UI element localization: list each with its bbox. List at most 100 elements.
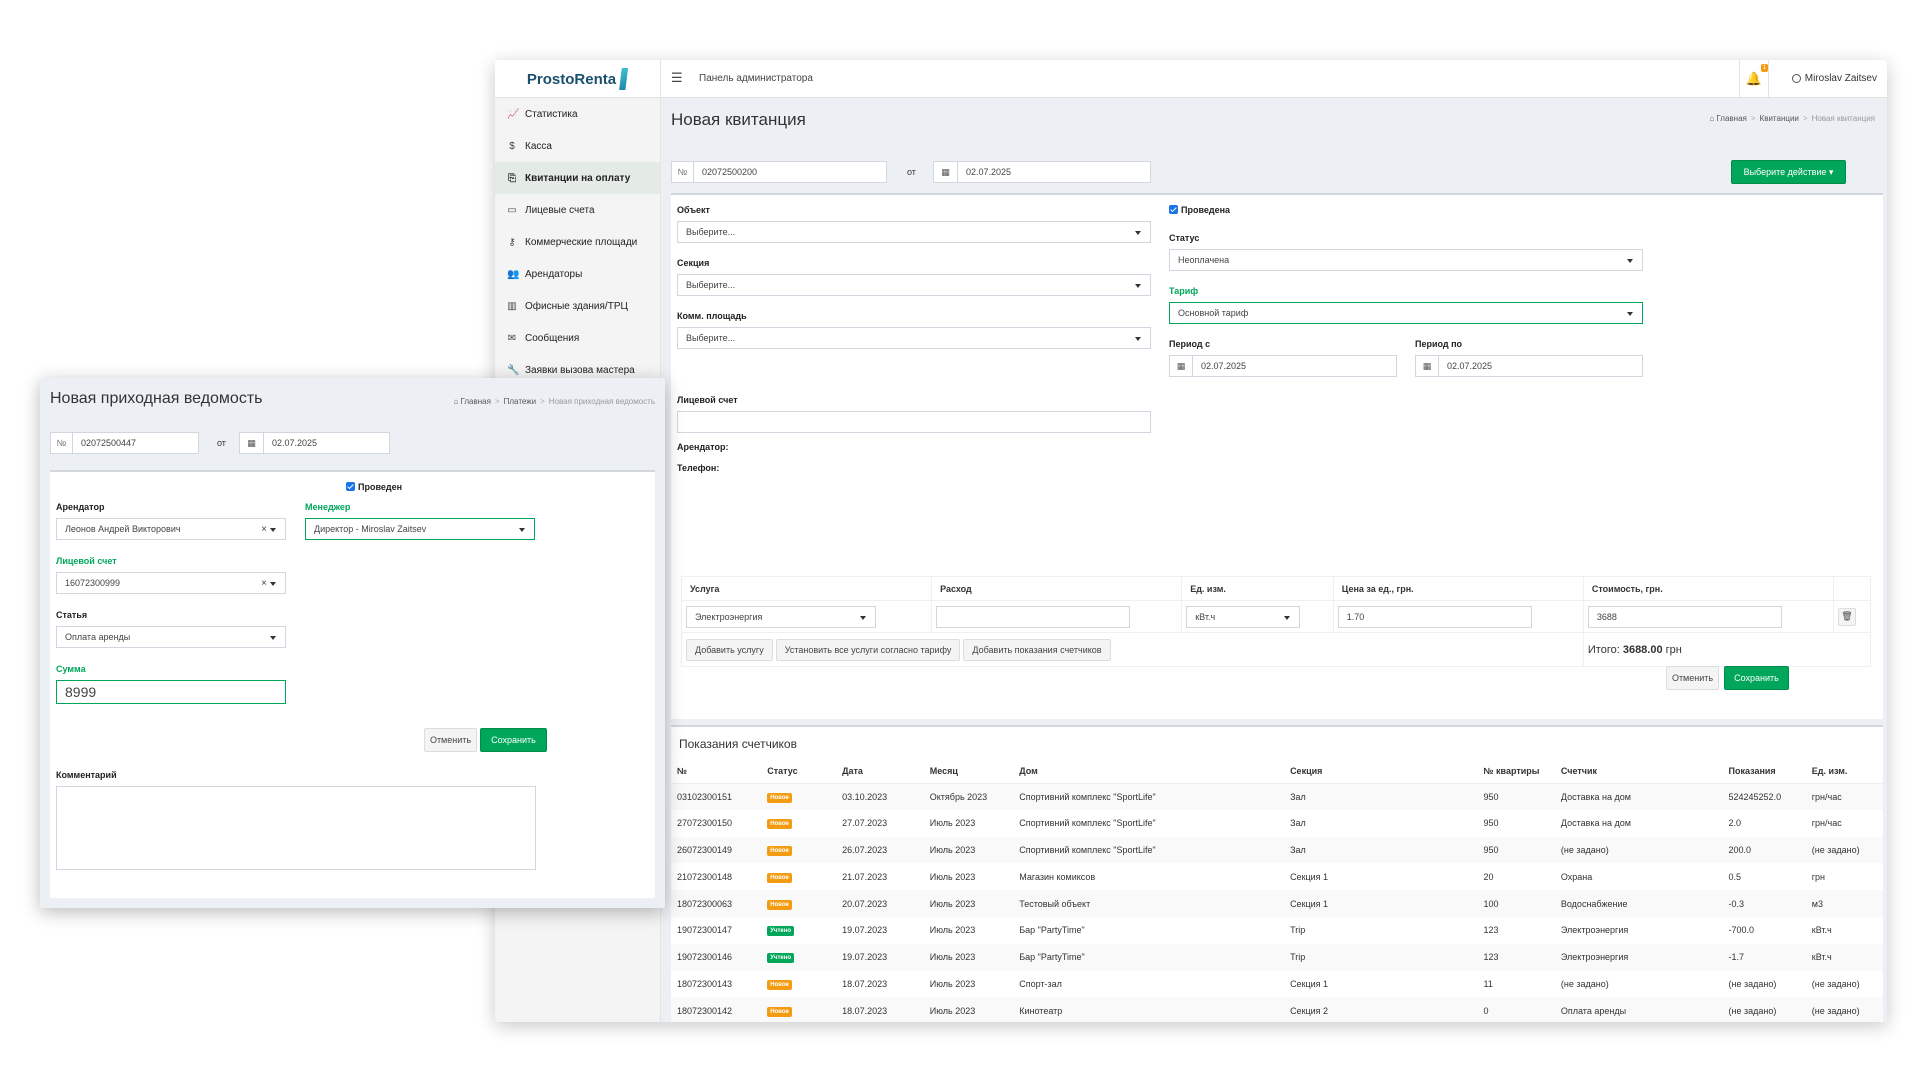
meter-column-header[interactable]: №	[671, 759, 762, 784]
posted-checkbox-wrap[interactable]: Проведен	[346, 482, 402, 492]
sidebar-item-label: Касса	[525, 140, 552, 152]
sidebar-item[interactable]: $ Касса	[495, 130, 660, 162]
clear-icon[interactable]: ×	[261, 578, 267, 589]
sidebar-item[interactable]: ✉ Сообщения	[495, 322, 660, 354]
sidebar-item[interactable]: 👥 Арендаторы	[495, 258, 660, 290]
posted-checkbox[interactable]	[346, 482, 355, 491]
meter-row[interactable]: 19072300147 Учтено 19.07.2023 Июль 2023 Бар …	[671, 917, 1883, 944]
tenant-select[interactable]: Леонов Андрей Викторович ×	[56, 518, 286, 540]
posted-checkbox-wrap[interactable]: Проведена	[1169, 205, 1230, 215]
status-badge: Новое	[767, 792, 792, 803]
receipt-number-input[interactable]: 02072500200	[693, 161, 887, 183]
user-name: Miroslav Zaitsev	[1804, 73, 1877, 84]
sidebar-item-label: Сообщения	[525, 332, 580, 344]
meter-row[interactable]: 26072300149 Новое 26.07.2023 Июль 2023 Спорт…	[671, 836, 1883, 864]
clear-icon[interactable]: ×	[261, 524, 267, 535]
add-meter-readings-button[interactable]: Добавить показания счетчиков	[963, 638, 1111, 661]
statement-date-input[interactable]: 02.07.2025	[263, 432, 390, 454]
number-prefix: №	[671, 161, 694, 183]
period-from-input[interactable]: 02.07.2025	[1192, 355, 1397, 377]
breadcrumb-payments[interactable]: Платежи	[504, 397, 536, 406]
main-content: Новая квитанция ⌂ Главная > Квитанции > Нова…	[661, 98, 1887, 1022]
breadcrumb-receipts[interactable]: Квитанции	[1760, 114, 1799, 123]
meter-column-header[interactable]: Показания	[1722, 759, 1806, 784]
sidebar-item[interactable]: ⎘ Квитанции на оплату	[495, 162, 660, 194]
meter-column-header[interactable]: № квартиры	[1477, 759, 1555, 784]
meter-column-header[interactable]: Месяц	[923, 759, 1014, 784]
meter-column-header[interactable]: Дата	[836, 759, 924, 784]
cancel-button[interactable]: Отменить	[1666, 666, 1719, 690]
meter-column-header[interactable]: Ед. изм.	[1805, 759, 1883, 784]
meter-row[interactable]: 18072300142 Новое 18.07.2023 Июль 2023 Кинот…	[671, 997, 1883, 1022]
meter-cell-value: 524245252.0	[1722, 783, 1806, 810]
user-menu[interactable]: Miroslav Zaitsev	[1791, 73, 1877, 84]
tariff-select[interactable]: Основной тариф	[1169, 302, 1643, 324]
receipt-date-input[interactable]: 02.07.2025	[957, 161, 1151, 183]
delete-service-button[interactable]: 🗑	[1837, 607, 1856, 626]
status-select[interactable]: Неоплачена	[1169, 249, 1643, 271]
period-from-calendar-icon[interactable]: ▦	[1169, 355, 1193, 377]
meter-row[interactable]: 19072300146 Учтено 19.07.2023 Июль 2023 Бар …	[671, 943, 1883, 971]
logo[interactable]: ProstoRenta	[495, 60, 661, 98]
period-to-input[interactable]: 02.07.2025	[1438, 355, 1643, 377]
account-label: Лицевой счет	[56, 556, 117, 566]
add-service-button[interactable]: Добавить услугу	[686, 638, 773, 661]
meter-row[interactable]: 18072300063 Новое 20.07.2023 Июль 2023 Тесто…	[671, 890, 1883, 917]
meter-cell-unit: грн	[1811, 871, 1826, 882]
meter-cell-num: 18072300143	[677, 978, 733, 989]
comment-textarea[interactable]	[56, 786, 536, 870]
calendar-icon[interactable]: ▦	[239, 432, 264, 454]
breadcrumb-current: Новая квитанция	[1811, 114, 1875, 123]
meter-cell-month: Октябрь 2023	[923, 783, 1014, 810]
cost-input[interactable]: 3688	[1587, 605, 1782, 628]
sidebar-item[interactable]: ▭ Лицевые счета	[495, 194, 660, 226]
services-header: Расход	[931, 576, 1183, 601]
set-all-services-button[interactable]: Установить все услуги согласно тарифу	[775, 638, 961, 661]
price-input[interactable]: 1.70	[1337, 605, 1532, 628]
sidebar-item[interactable]: 📈 Статистика	[495, 98, 660, 130]
meter-row[interactable]: 03102300151 Новое 03.10.2023 Октябрь 2023 Сп…	[671, 783, 1883, 810]
sidebar-item[interactable]: ⚷ Коммерческие площади	[495, 226, 660, 258]
menu-toggle-icon[interactable]: ☰	[671, 70, 683, 86]
save-button[interactable]: Сохранить	[480, 728, 547, 752]
unit-select[interactable]: кВт.ч	[1186, 605, 1301, 628]
tenant-label: Арендатор	[56, 502, 105, 512]
breadcrumb-home[interactable]: Главная	[461, 397, 491, 406]
notifications-button[interactable]: 🔔 1	[1739, 60, 1769, 98]
account-input[interactable]	[677, 411, 1151, 433]
statement-title: Новая приходная ведомость	[50, 390, 263, 407]
period-to-calendar-icon[interactable]: ▦	[1415, 355, 1439, 377]
meter-column-header[interactable]: Статус	[761, 759, 837, 784]
save-button[interactable]: Сохранить	[1724, 666, 1789, 690]
meter-column-header[interactable]: Дом	[1013, 759, 1285, 784]
bell-icon: 🔔 1	[1745, 64, 1769, 86]
cancel-button[interactable]: Отменить	[424, 728, 477, 752]
article-select[interactable]: Оплата аренды	[56, 626, 286, 648]
choose-action-button[interactable]: Выберите действие ▾	[1731, 160, 1846, 184]
meter-column-header[interactable]: Счетчик	[1554, 759, 1723, 784]
breadcrumb-home[interactable]: Главная	[1716, 114, 1746, 123]
meter-cell-month: Июль 2023	[923, 943, 1014, 971]
object-select[interactable]: Выберите...	[677, 221, 1151, 243]
area-select[interactable]: Выберите...	[677, 327, 1151, 349]
meter-cell-house: Кинотеатр	[1013, 997, 1285, 1022]
meter-cell-status: Новое	[761, 890, 837, 917]
meter-cell-date: 27.07.2023	[842, 818, 888, 829]
calendar-icon[interactable]: ▦	[933, 161, 958, 183]
statement-number-input[interactable]: 02072500447	[72, 432, 199, 454]
sidebar-item[interactable]: ▥ Офисные здания/ТРЦ	[495, 290, 660, 322]
section-select[interactable]: Выберите...	[677, 274, 1151, 296]
meter-cell-status: Новое	[761, 783, 837, 810]
meter-row[interactable]: 21072300148 Новое 21.07.2023 Июль 2023 Магаз…	[671, 863, 1883, 890]
meter-cell-section: Trip	[1284, 943, 1478, 971]
posted-checkbox[interactable]	[1169, 205, 1178, 214]
manager-select[interactable]: Директор - Miroslav Zaitsev	[305, 518, 535, 540]
service-select[interactable]: Электроэнергия	[686, 605, 876, 628]
usage-input[interactable]	[936, 605, 1131, 628]
meter-row[interactable]: 27072300150 Новое 27.07.2023 Июль 2023 Спорт…	[671, 810, 1883, 837]
meter-column-header[interactable]: Секция	[1284, 759, 1478, 784]
sidebar-item-label: Статистика	[525, 108, 578, 120]
meter-row[interactable]: 18072300143 Новое 18.07.2023 Июль 2023 Спорт…	[671, 971, 1883, 998]
account-select[interactable]: 16072300999 ×	[56, 572, 286, 594]
amount-input[interactable]: 8999	[56, 680, 286, 704]
